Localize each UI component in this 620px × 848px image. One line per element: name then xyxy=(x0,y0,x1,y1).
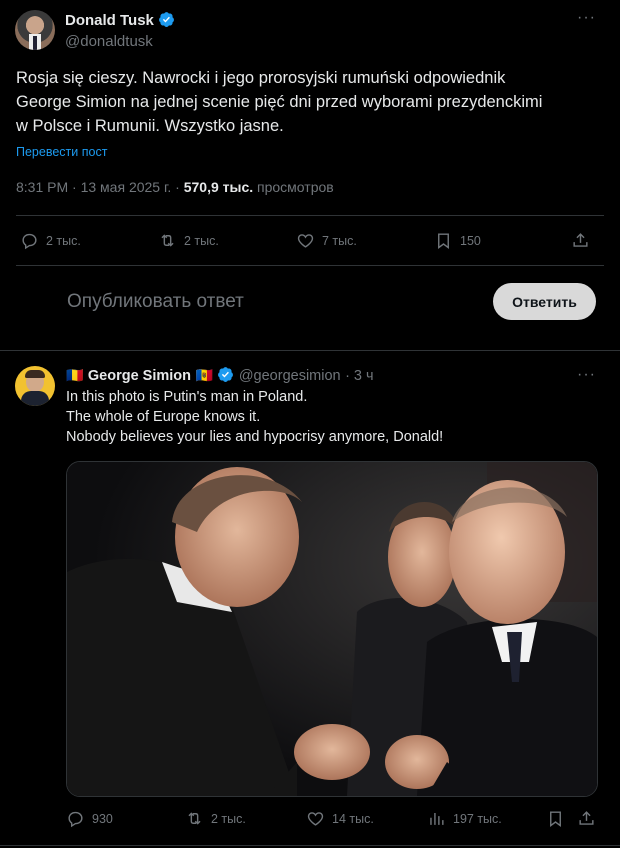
tweet-text-line: Rosja się cieszy. Nawrocki i jego proros… xyxy=(16,69,506,87)
tweet-text-line: George Simion na jednej scenie pięć dni … xyxy=(16,93,543,111)
bookmark-icon xyxy=(438,233,449,250)
reply-text-line: Nobody believes your lies and hypocrisy … xyxy=(66,429,444,445)
repost-action[interactable]: 2 тыс. xyxy=(185,809,246,828)
photo-image xyxy=(67,462,597,796)
bookmark-action[interactable] xyxy=(546,809,565,828)
like-action[interactable]: 14 тыс. xyxy=(306,809,374,828)
moldova-flag-icon: 🇲🇩 xyxy=(195,367,213,383)
repost-count: 2 тыс. xyxy=(211,811,246,826)
reply-count: 930 xyxy=(92,811,113,826)
views-count: 197 тыс. xyxy=(453,811,502,826)
meta-separator: · xyxy=(345,368,354,384)
heart-icon xyxy=(297,234,314,248)
share-action[interactable] xyxy=(577,809,596,828)
share-icon xyxy=(573,233,588,247)
more-options-icon[interactable]: ··· xyxy=(577,366,596,384)
reply-submit-button[interactable]: Ответить xyxy=(493,283,596,320)
like-count: 7 тыс. xyxy=(322,233,357,248)
tweet-time[interactable]: 8:31 PM xyxy=(16,179,68,195)
verified-badge-icon xyxy=(158,11,175,28)
tweet-date[interactable]: 13 мая 2025 г. xyxy=(81,179,172,195)
reply-text-line: In this photo is Putin's man in Poland. xyxy=(66,389,308,405)
reply-text: In this photo is Putin's man in Poland. … xyxy=(66,387,596,447)
reply-text-line: The whole of Europe knows it. xyxy=(66,409,261,425)
author-handle[interactable]: @donaldtusk xyxy=(65,33,153,50)
translate-post-link[interactable]: Перевести пост xyxy=(16,145,107,159)
tweet-text-line: w Polsce i Rumunii. Wszystko jasne. xyxy=(16,117,284,135)
reply-author-line: 🇷🇴 George Simion 🇲🇩 @georgesimion · 3 ч xyxy=(66,366,374,385)
divider xyxy=(0,350,620,351)
reply-count: 2 тыс. xyxy=(46,233,81,248)
reply-author-name[interactable]: George Simion xyxy=(88,368,191,384)
divider xyxy=(16,215,604,216)
share-action[interactable] xyxy=(571,231,590,250)
repost-count: 2 тыс. xyxy=(184,233,219,248)
share-icon xyxy=(579,811,594,825)
reply-time[interactable]: 3 ч xyxy=(354,368,374,384)
reply-author-handle[interactable]: @georgesimion xyxy=(239,368,341,384)
author-name[interactable]: Donald Tusk xyxy=(65,12,154,29)
bookmark-icon xyxy=(550,811,561,828)
more-options-icon[interactable]: ··· xyxy=(577,9,596,27)
verified-badge-icon xyxy=(217,366,234,383)
author-line: Donald Tusk xyxy=(65,11,175,30)
views-chart-icon xyxy=(430,812,444,825)
repost-action[interactable]: 2 тыс. xyxy=(158,231,219,250)
tweet-meta: 8:31 PM · 13 мая 2025 г. · 570,9 тыс. пр… xyxy=(16,179,334,195)
meta-separator: · xyxy=(72,179,81,195)
divider xyxy=(16,265,604,266)
like-count: 14 тыс. xyxy=(332,811,374,826)
reply-action[interactable]: 930 xyxy=(66,809,113,828)
repost-icon xyxy=(188,812,201,825)
bookmark-action[interactable]: 150 xyxy=(434,231,481,250)
bookmark-count: 150 xyxy=(460,233,481,248)
repost-icon xyxy=(161,234,174,247)
reply-icon xyxy=(68,811,83,828)
reply-icon xyxy=(22,233,37,250)
meta-separator: · xyxy=(175,179,184,195)
like-action[interactable]: 7 тыс. xyxy=(296,231,357,250)
romania-flag-icon: 🇷🇴 xyxy=(66,367,84,383)
avatar-george-simion[interactable] xyxy=(15,366,55,406)
reply-action[interactable]: 2 тыс. xyxy=(20,231,81,250)
divider xyxy=(0,845,620,846)
views-count: 570,9 тыс. xyxy=(183,179,254,195)
views-label: просмотров xyxy=(257,179,334,195)
avatar-donald-tusk[interactable] xyxy=(15,10,55,50)
heart-icon xyxy=(307,812,324,826)
reply-compose-input[interactable]: Опубликовать ответ xyxy=(67,291,244,313)
views-action[interactable]: 197 тыс. xyxy=(427,809,502,828)
attached-photo[interactable] xyxy=(66,461,598,797)
tweet-text: Rosja się cieszy. Nawrocki i jego proros… xyxy=(16,66,611,138)
